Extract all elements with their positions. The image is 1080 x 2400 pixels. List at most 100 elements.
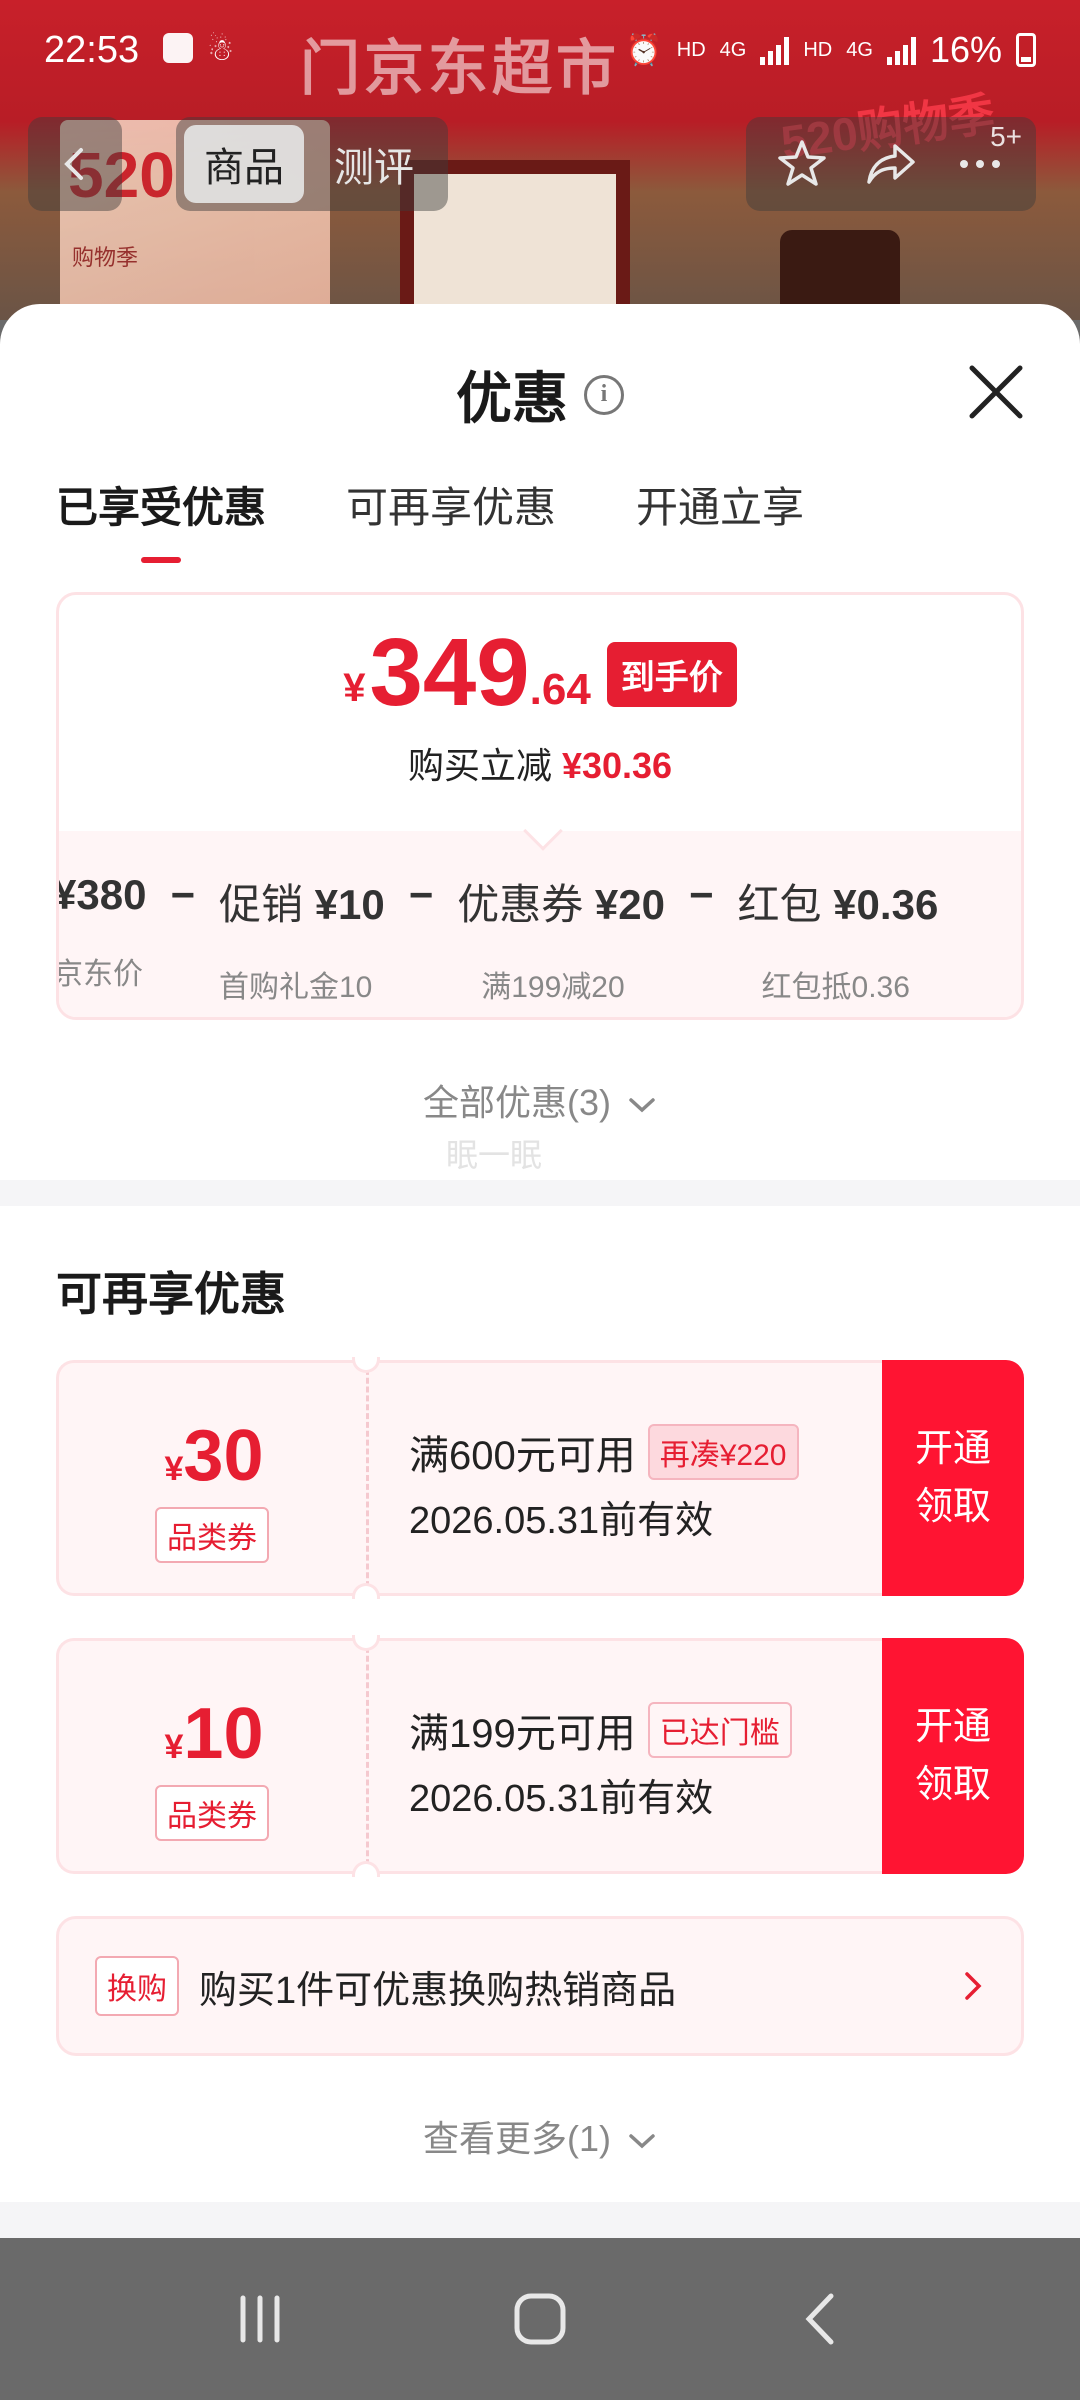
notification-icons: ☃	[163, 32, 234, 68]
coupon-value: 30	[183, 1416, 264, 1496]
breakdown-note: 红包抵0.36	[761, 971, 910, 1004]
coupon-condition: 满600元可用 再凑¥220	[409, 1423, 799, 1481]
final-price: ¥ 349 .64 到手价	[59, 625, 1021, 721]
section-title-more-offers: 可再享优惠	[56, 1268, 286, 1320]
tab-product[interactable]: 商品	[184, 125, 304, 203]
breakdown-note: 京东价	[56, 958, 143, 991]
coupon-amount: ¥10	[59, 1693, 369, 1775]
coupon-detail: 满199元可用 已达门槛 2026.05.31前有效	[366, 1638, 938, 1874]
network-hd-1: HD	[676, 38, 706, 61]
instant-discount-value: ¥30.36	[561, 745, 673, 786]
product-tabs: 商品 测评	[176, 117, 448, 211]
final-price-area: ¥ 349 .64 到手价 购买立减 ¥30.36	[59, 595, 1021, 831]
price-integer: 349	[369, 619, 530, 726]
section-divider	[0, 1180, 1080, 1206]
minus-sign: −	[689, 871, 714, 918]
coupon-type-tag: 品类券	[155, 1507, 269, 1563]
swap-tag: 换购	[95, 1956, 179, 2016]
alarm-icon: ⏰	[625, 33, 663, 67]
message-badge: 5+	[990, 121, 1022, 152]
claim-line-1: 开通	[914, 1706, 991, 1748]
coupon-amount-area: ¥10 品类券	[56, 1638, 366, 1874]
discount-tabs: 已享受优惠 可再享优惠 开通立享	[56, 474, 804, 563]
tab-enjoyed[interactable]: 已享受优惠	[56, 474, 266, 563]
instant-discount-label: 购买立减	[407, 745, 552, 786]
network-4g-1: 4G	[719, 38, 747, 61]
coupon-expiry: 2026.05.31前有效	[409, 1500, 714, 1542]
coupon-type-tag: 品类券	[155, 1785, 269, 1841]
price-decimal: .64	[529, 665, 591, 714]
breakdown-note: 首购礼金10	[218, 971, 373, 1004]
battery-percent: 16%	[929, 29, 1002, 70]
breakdown-label: 优惠券	[457, 881, 595, 928]
minus-sign: −	[408, 871, 434, 918]
instant-discount: 购买立减 ¥30.36	[59, 737, 1021, 789]
breakdown-value: ¥10	[314, 881, 385, 928]
final-price-tag: 到手价	[606, 642, 737, 707]
home-icon[interactable]	[505, 2284, 575, 2354]
breakdown-coupon: 优惠券 ¥20 满199减20	[457, 871, 665, 1006]
coupon-threshold-badge: 已达门槛	[647, 1702, 792, 1758]
network-hd-2: HD	[803, 38, 833, 61]
claim-line-1: 开通	[914, 1428, 991, 1470]
share-icon[interactable]	[863, 136, 919, 192]
coupon-value: 10	[183, 1694, 264, 1774]
network-4g-2: 4G	[846, 38, 873, 61]
coupon-gap-badge: 再凑¥220	[647, 1424, 799, 1480]
see-more-label: 查看更多(1)	[422, 2118, 611, 2159]
see-more-toggle[interactable]: 查看更多(1)	[0, 2110, 1080, 2162]
price-breakdown: ¥380 京东价 − 促销 ¥10 首购礼金10 − 优惠券 ¥20 满199减…	[56, 871, 939, 1006]
coupon-condition-text: 满600元可用	[409, 1434, 636, 1478]
status-bar: 22:53 ☃ 门京东超市 ⏰ HD 4G HD 4G 16%	[0, 0, 1080, 102]
coupon-claim-button[interactable]: 开通 领取	[882, 1360, 1024, 1596]
star-icon[interactable]	[774, 136, 830, 192]
coupon-condition: 满199元可用 已达门槛	[409, 1701, 792, 1759]
back-arrow-icon	[64, 148, 83, 180]
back-button[interactable]	[28, 117, 122, 211]
back-icon[interactable]	[785, 2284, 855, 2354]
breakdown-value: ¥380	[56, 871, 147, 918]
faded-overlay-text: 眠一眠	[446, 1137, 543, 1173]
breakdown-note: 满199减20	[481, 971, 625, 1004]
sheet-header: 优惠 i	[0, 354, 1080, 435]
breakdown-label: 促销	[218, 881, 315, 928]
breakdown-jd-price: ¥380 京东价	[56, 871, 147, 993]
discount-sheet: 优惠 i 已享受优惠 可再享优惠 开通立享 ¥ 349 .64 到手价 购买立减…	[0, 304, 1080, 2238]
status-time: 22:53	[44, 28, 140, 71]
swap-purchase-row[interactable]: 换购 购买1件可优惠换购热销商品	[56, 1916, 1024, 2056]
poster-subtitle: 购物季	[72, 245, 139, 270]
coupon-amount: ¥30	[59, 1415, 369, 1497]
coupon-currency: ¥	[164, 1450, 184, 1488]
breakdown-value: ¥20	[594, 881, 665, 928]
signal-icon	[760, 35, 790, 65]
tab-activate[interactable]: 开通立享	[636, 474, 804, 563]
claim-line-2: 领取	[914, 1486, 991, 1528]
breakdown-value: ¥0.36	[833, 881, 939, 928]
coupon-card: ¥30 品类券 满600元可用 再凑¥220 2026.05.31前有效 开通 …	[56, 1357, 1024, 1599]
breakdown-promotion: 促销 ¥10 首购礼金10	[219, 871, 385, 1006]
recent-apps-icon[interactable]	[225, 2284, 295, 2354]
signal-icon-2	[886, 35, 916, 65]
close-icon[interactable]	[960, 356, 1032, 428]
coupon-detail: 满600元可用 再凑¥220 2026.05.31前有效	[366, 1360, 938, 1596]
tab-review[interactable]: 测评	[314, 125, 434, 203]
coupon-currency: ¥	[164, 1728, 184, 1766]
final-price-card: ¥ 349 .64 到手价 购买立减 ¥30.36 ¥380 京东价 − 促销 ¥…	[56, 592, 1024, 1020]
price-currency: ¥	[343, 666, 366, 710]
coupon-claim-button[interactable]: 开通 领取	[882, 1638, 1024, 1874]
swap-text: 购买1件可优惠换购热销商品	[199, 1969, 677, 2012]
tab-more-available[interactable]: 可再享优惠	[346, 474, 556, 563]
info-icon[interactable]: i	[584, 374, 624, 415]
coupon-expiry: 2026.05.31前有效	[409, 1778, 714, 1820]
coupon-amount-area: ¥30 品类券	[56, 1360, 366, 1596]
nav-actions: 5+	[746, 117, 1036, 211]
breakdown-label: 红包	[737, 881, 834, 928]
all-offers-toggle[interactable]: 全部优惠(3)	[0, 1074, 1080, 1126]
notification-snake-icon: ☃	[207, 33, 234, 67]
claim-line-2: 领取	[914, 1764, 991, 1806]
chevron-right-icon	[965, 1972, 982, 2000]
brand-watermark: 门京东超市	[300, 35, 620, 102]
chevron-down-icon	[629, 1098, 655, 1113]
breakdown-red-packet: 红包 ¥0.36 红包抵0.36	[738, 871, 939, 1006]
system-nav-bar	[0, 2238, 1080, 2400]
